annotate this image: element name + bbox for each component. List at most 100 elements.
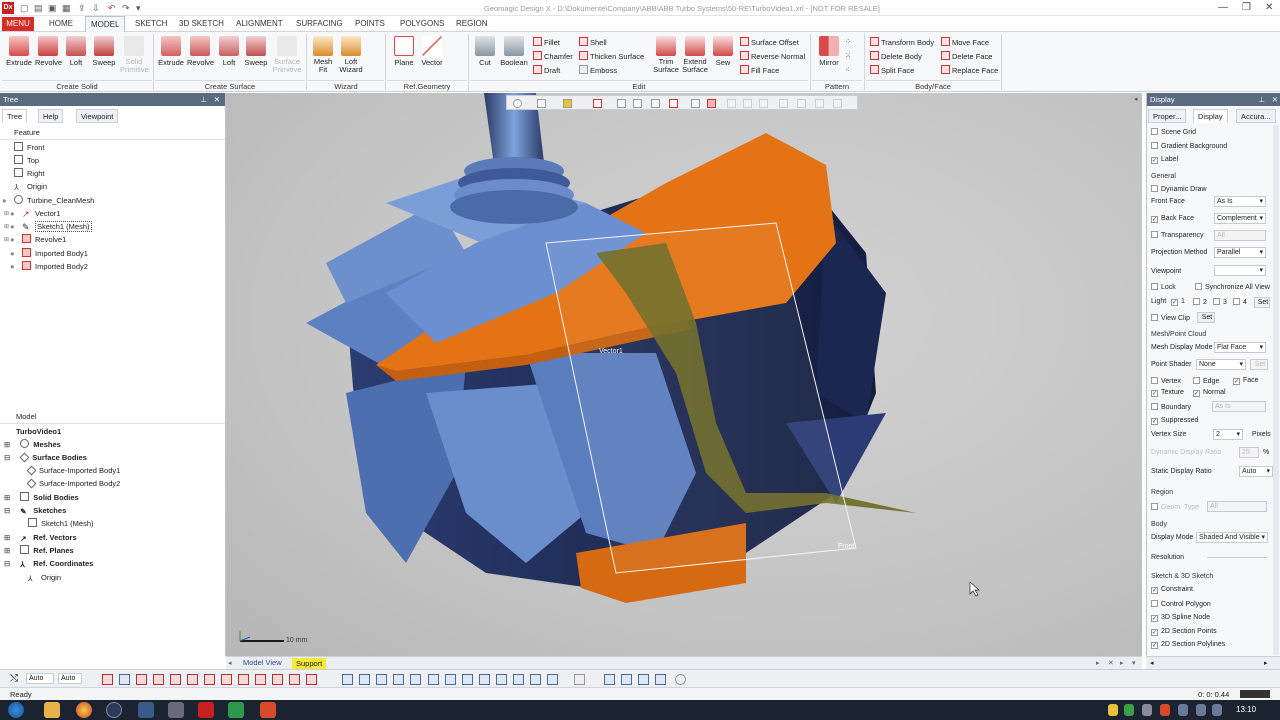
section-icon[interactable] — [675, 674, 686, 685]
spline-node-checkbox[interactable]: ✓ 3D Spline Node — [1151, 614, 1210, 622]
redo-icon[interactable]: ↷ — [122, 3, 130, 14]
cut-button[interactable]: Cut — [474, 36, 496, 67]
point-shader-select[interactable]: None ▾ — [1196, 359, 1246, 370]
view-bottom-icon[interactable] — [513, 674, 524, 685]
emboss-button[interactable]: Emboss — [579, 65, 617, 75]
light-set-button[interactable]: Set — [1254, 297, 1270, 308]
tab-viewpoint[interactable]: Viewpoint — [76, 109, 119, 123]
chrome-icon[interactable] — [76, 702, 92, 718]
measure-angle-icon[interactable] — [621, 674, 632, 685]
body-display-mode-select[interactable]: Shaded And Visible ▾ — [1196, 532, 1268, 543]
surface-extrude-button[interactable]: Extrude — [158, 36, 184, 67]
geom-type-select[interactable]: All — [1207, 501, 1267, 512]
tab-properties[interactable]: Proper... — [1148, 109, 1187, 123]
tree-item-top[interactable]: Top — [14, 154, 39, 167]
select-mode-icon[interactable]: ⤭ — [10, 673, 18, 684]
view-clip-set-button[interactable]: Set — [1197, 312, 1215, 323]
delete-body-button[interactable]: Delete Body — [870, 51, 922, 61]
visibility-icon[interactable]: ● — [10, 233, 15, 246]
filter7-icon[interactable] — [833, 99, 842, 108]
tree-item-front[interactable]: Front — [14, 141, 45, 154]
tree-item-imported-body2[interactable]: ● Imported Body2 — [10, 260, 88, 273]
point-shader-set-button[interactable]: Set — [1250, 359, 1268, 370]
selection-filter-select[interactable]: Auto — [26, 673, 54, 684]
plane-button[interactable]: Plane — [392, 36, 416, 67]
view-top-icon[interactable] — [496, 674, 507, 685]
tab-points[interactable]: POINTS — [350, 16, 390, 32]
scroll-left-icon[interactable]: ◂ — [1150, 659, 1154, 667]
solid-revolve-button[interactable]: Revolve — [35, 36, 62, 67]
move-face-button[interactable]: Move Face — [941, 37, 989, 47]
face-checkbox[interactable]: ✓ Face — [1233, 377, 1259, 385]
tree-item-imported-body1[interactable]: ● Imported Body1 — [10, 247, 88, 260]
app5-icon[interactable] — [260, 702, 276, 718]
filter-face-icon[interactable] — [170, 674, 181, 685]
transparency-select[interactable]: All — [1214, 230, 1266, 241]
surface-primitive-button[interactable]: Surface Primitive — [271, 36, 303, 74]
model-item-origin[interactable]: ⅄ Origin — [28, 571, 61, 584]
section-polylines-checkbox[interactable]: ✓ 2D Section Polylines — [1151, 641, 1225, 649]
geom-type-checkbox[interactable]: Geom. Type — [1151, 503, 1199, 511]
split-face-button[interactable]: Split Face — [870, 65, 914, 75]
tab-alignment[interactable]: ALIGNMENT — [231, 16, 288, 32]
chamfer-button[interactable]: Chamfer — [533, 51, 573, 61]
clip-icon[interactable] — [617, 99, 626, 108]
light2-checkbox[interactable]: 2 — [1193, 298, 1207, 306]
undo-icon[interactable]: ↶ — [108, 3, 116, 14]
filter6-icon[interactable] — [815, 99, 824, 108]
model-item-sketches[interactable]: ⊟ ✎ Sketches — [4, 504, 66, 517]
sew-button[interactable]: Sew — [712, 36, 734, 67]
tab-help[interactable]: Help — [38, 109, 64, 123]
view-right-icon[interactable] — [479, 674, 490, 685]
surface-loft-button[interactable]: Loft — [219, 36, 239, 67]
copy-view-icon[interactable] — [574, 674, 585, 685]
filter-sketch-icon[interactable] — [221, 674, 232, 685]
tab-sketch[interactable]: SKETCH — [130, 16, 172, 32]
filter3-icon[interactable] — [759, 99, 768, 108]
sync-view-checkbox[interactable]: Synchronize All View — [1195, 283, 1270, 291]
filter5-icon[interactable] — [797, 99, 806, 108]
vertex-checkbox[interactable]: Vertex — [1151, 377, 1181, 385]
tree-item-right[interactable]: Right — [14, 167, 45, 180]
normal-checkbox[interactable]: ✓ Normal — [1193, 389, 1226, 397]
reverse-normal-button[interactable]: Reverse Normal — [740, 51, 805, 61]
turbine-model[interactable] — [226, 93, 1142, 656]
tree-item-revolve1[interactable]: ● Revolve1 — [10, 233, 66, 246]
delete-face-button[interactable]: Delete Face — [941, 51, 992, 61]
select-icon[interactable] — [669, 99, 678, 108]
pin-icon[interactable]: ⊥ — [1258, 93, 1265, 106]
tab-next-icon[interactable]: ▸ — [1096, 659, 1100, 667]
app2-icon[interactable] — [138, 702, 154, 718]
power-icon[interactable] — [1212, 704, 1222, 716]
collapse-icon[interactable]: ⊟ — [4, 453, 10, 462]
zoom-out-icon[interactable] — [376, 674, 387, 685]
expand-icon[interactable]: ⊞ — [4, 533, 10, 542]
expand-icon[interactable]: ⊞ — [4, 546, 10, 555]
expand-icon[interactable]: ⊞ — [4, 236, 9, 243]
filter-region-icon[interactable] — [136, 674, 147, 685]
model-item-meshes[interactable]: ⊞ Meshes — [4, 438, 61, 451]
surface-offset-button[interactable]: Surface Offset — [740, 37, 799, 47]
explorer-icon[interactable] — [44, 702, 60, 718]
lock-checkbox[interactable]: Lock — [1151, 283, 1176, 291]
line-icon[interactable] — [691, 99, 700, 108]
section-view-icon[interactable] — [593, 99, 602, 108]
zoom-in-icon[interactable] — [359, 674, 370, 685]
thicken-surface-button[interactable]: Thicken Surface — [579, 51, 644, 61]
filter-edge-icon[interactable] — [187, 674, 198, 685]
surface-revolve-button[interactable]: Revolve — [187, 36, 214, 67]
render-mode-icon[interactable] — [563, 99, 572, 108]
new-icon[interactable]: ▢ — [20, 3, 29, 14]
model-item-surface-bodies[interactable]: ⊟ Surface Bodies — [4, 451, 87, 464]
design-x-icon[interactable] — [198, 702, 214, 718]
view-sphere-icon[interactable] — [513, 99, 522, 108]
clip2-icon[interactable] — [633, 99, 642, 108]
view-normal-icon[interactable] — [547, 674, 558, 685]
filter-mesh-icon[interactable] — [119, 674, 130, 685]
trim-surface-button[interactable]: Trim Surface — [652, 36, 680, 74]
3d-viewport[interactable]: Vector1 Front 10 mm ◂ — [226, 93, 1142, 656]
scroll-right-icon[interactable]: ▸ — [1264, 659, 1268, 667]
expand-icon[interactable]: ⊞ — [4, 210, 9, 217]
model-item-ref-coordinates[interactable]: ⊟ ⅄ Ref. Coordinates — [4, 557, 93, 570]
viewpoint-select[interactable]: ▾ — [1214, 265, 1266, 276]
